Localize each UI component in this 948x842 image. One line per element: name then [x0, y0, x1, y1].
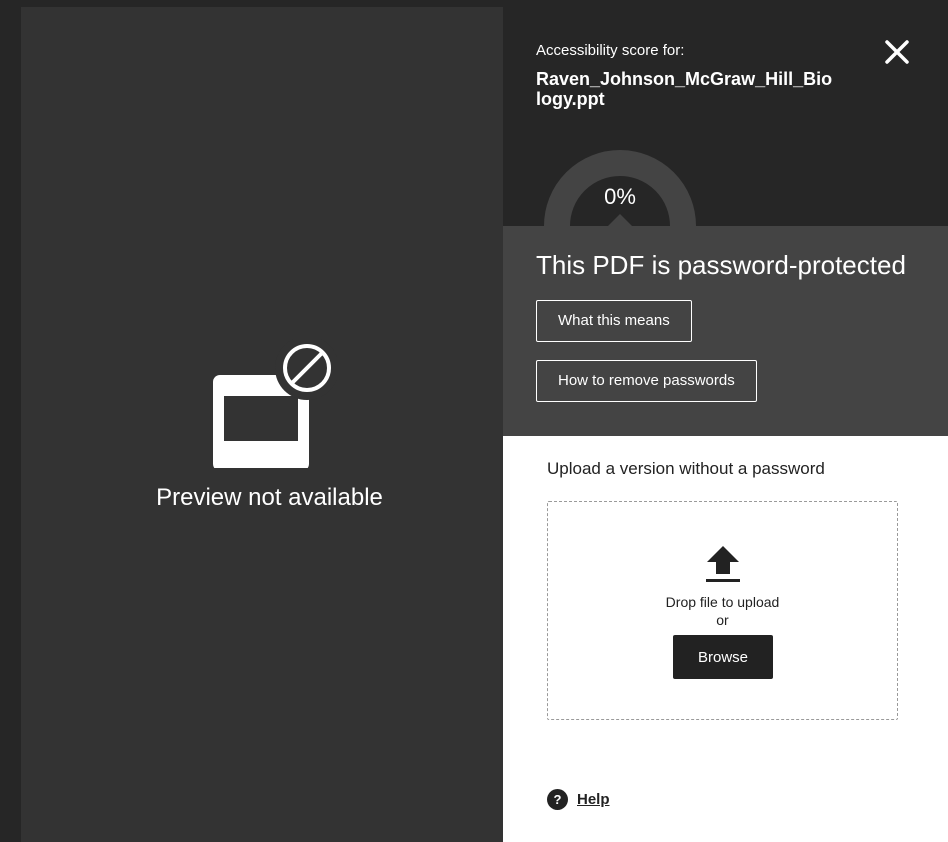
drop-file-label: Drop file to upload [665, 594, 780, 610]
help-icon: ? [547, 789, 568, 810]
accessibility-dialog: Preview not available Accessibility scor… [21, 7, 948, 842]
preview-message: Preview not available [156, 484, 383, 511]
preview-pane: Preview not available [21, 7, 503, 842]
browse-button[interactable]: Browse [673, 635, 773, 679]
accessibility-panel: Accessibility score for: Raven_Johnson_M… [503, 7, 948, 842]
or-label: or [716, 612, 729, 628]
notice-pointer [607, 214, 633, 227]
password-notice: This PDF is password-protected What this… [503, 214, 948, 436]
upload-label: Upload a version without a password [547, 459, 825, 478]
help-label[interactable]: Help [577, 791, 610, 808]
score-header: Accessibility score for: Raven_Johnson_M… [503, 7, 948, 226]
help-link[interactable]: ? Help [547, 789, 610, 810]
close-icon[interactable] [882, 37, 912, 67]
notice-title: This PDF is password-protected [536, 250, 906, 280]
how-to-remove-passwords-button[interactable]: How to remove passwords [536, 360, 757, 402]
score-gauge [544, 150, 696, 226]
drop-text: Drop file to upload or [548, 593, 897, 629]
file-name: Raven_Johnson_McGraw_Hill_Biology.ppt [536, 69, 833, 109]
what-this-means-button[interactable]: What this means [536, 300, 692, 342]
upload-icon [706, 546, 740, 582]
score-label: Accessibility score for: [536, 42, 685, 59]
file-dropzone[interactable]: Drop file to upload or Browse [547, 501, 898, 720]
score-value: 0% [604, 184, 636, 209]
preview-unavailable-icon [213, 338, 337, 468]
